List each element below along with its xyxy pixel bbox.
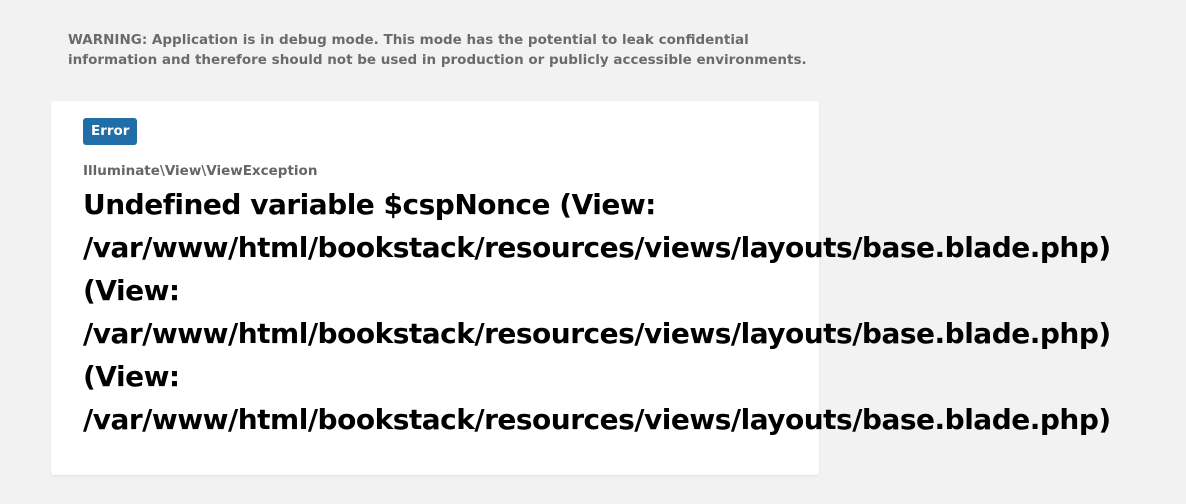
exception-class-name: Illuminate\View\ViewException: [83, 163, 318, 179]
error-message-line: Undefined variable $cspNonce (View:: [83, 188, 656, 221]
error-message-line: /var/www/html/bookstack/resources/views/…: [83, 231, 1111, 264]
error-message-line: (View:: [83, 360, 180, 393]
error-message-line: /var/www/html/bookstack/resources/views/…: [83, 317, 1111, 350]
debug-warning-line-2: information and therefore should not be …: [68, 52, 807, 68]
error-badge: Error: [83, 118, 138, 145]
error-page: WARNING: Application is in debug mode. T…: [0, 0, 1186, 504]
debug-warning: WARNING: Application is in debug mode. T…: [68, 30, 808, 70]
error-message-line: (View:: [83, 274, 180, 307]
error-message-line: /var/www/html/bookstack/resources/views/…: [83, 403, 1111, 436]
debug-warning-line-1: WARNING: Application is in debug mode. T…: [68, 32, 749, 48]
error-message: Undefined variable $cspNonce (View: /var…: [83, 183, 1163, 441]
